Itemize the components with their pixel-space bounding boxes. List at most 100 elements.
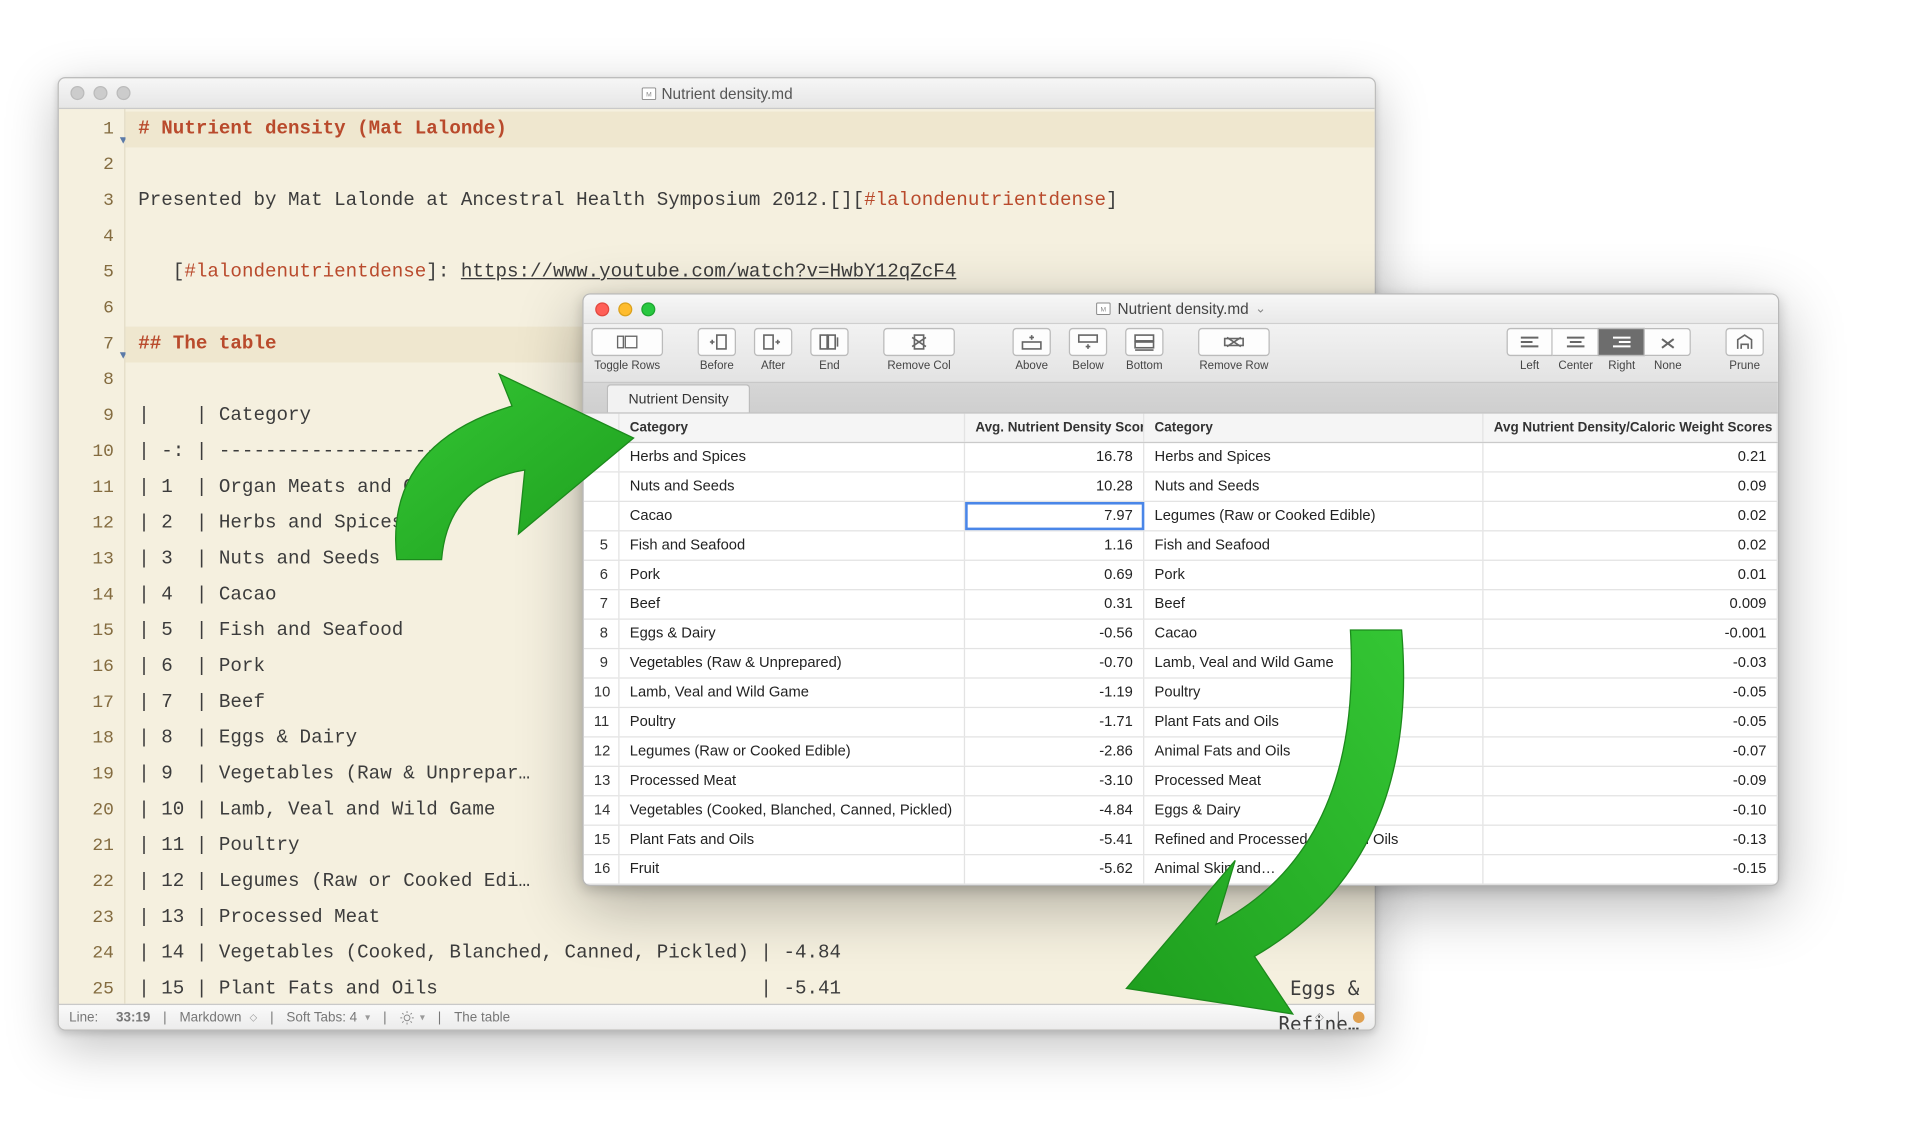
align-center-button[interactable]	[1553, 328, 1599, 356]
align-none-button[interactable]	[1645, 328, 1691, 356]
cell-caloric-score[interactable]: 0.21	[1484, 443, 1778, 471]
cell-density-score[interactable]: 0.31	[965, 590, 1144, 618]
line-number[interactable]: 4	[59, 219, 124, 255]
cell-density-score[interactable]: -2.86	[965, 738, 1144, 766]
line-number[interactable]: 1	[59, 112, 124, 148]
cell-category[interactable]: Fruit	[620, 855, 966, 883]
col-category[interactable]: Category	[620, 414, 966, 442]
cell-category-2[interactable]: Plant Fats and Oils	[1144, 708, 1483, 736]
line-number[interactable]: 10	[59, 434, 124, 470]
code-line[interactable]	[125, 219, 1374, 255]
insert-row-bottom-button[interactable]: Bottom	[1119, 328, 1170, 372]
insert-col-end-button[interactable]: End	[804, 328, 855, 372]
cell-caloric-score[interactable]: -0.09	[1484, 767, 1778, 795]
line-number[interactable]: 17	[59, 685, 124, 721]
code-line[interactable]: Presented by Mat Lalonde at Ancestral He…	[125, 183, 1374, 219]
cell-category-2[interactable]: Lamb, Veal and Wild Game	[1144, 649, 1483, 677]
line-number[interactable]: 25	[59, 972, 124, 1004]
line-number[interactable]: 11	[59, 470, 124, 506]
cell-caloric-score[interactable]: -0.07	[1484, 738, 1778, 766]
cell-caloric-score[interactable]: 0.02	[1484, 531, 1778, 559]
cell-category[interactable]: Beef	[620, 590, 966, 618]
table-row[interactable]: 13Processed Meat-3.10Processed Meat-0.09	[584, 767, 1778, 796]
code-line[interactable]	[125, 147, 1374, 183]
code-line[interactable]: | 14 | Vegetables (Cooked, Blanched, Can…	[125, 936, 1374, 972]
cell-category[interactable]: Plant Fats and Oils	[620, 826, 966, 854]
line-number[interactable]: 15	[59, 613, 124, 649]
line-number[interactable]: 12	[59, 506, 124, 542]
cell-caloric-score[interactable]: -0.13	[1484, 826, 1778, 854]
code-line[interactable]: | 15 | Plant Fats and Oils | -5.41	[125, 972, 1374, 1004]
cell-caloric-score[interactable]: 0.009	[1484, 590, 1778, 618]
table-row[interactable]: 16Fruit-5.62Animal Skin and…-0.15	[584, 855, 1778, 884]
col-category-2[interactable]: Category	[1144, 414, 1483, 442]
cell-category-2[interactable]: Beef	[1144, 590, 1483, 618]
cell-caloric-score[interactable]: -0.15	[1484, 855, 1778, 883]
cell-category[interactable]: Vegetables (Raw & Unprepared)	[620, 649, 966, 677]
tab-nutrient-density[interactable]: Nutrient Density	[607, 384, 751, 412]
cell-caloric-score[interactable]: 0.02	[1484, 502, 1778, 530]
cell-category-2[interactable]: Fish and Seafood	[1144, 531, 1483, 559]
line-number[interactable]: 22	[59, 864, 124, 900]
table-row[interactable]: 9Vegetables (Raw & Unprepared)-0.70Lamb,…	[584, 649, 1778, 678]
table-row[interactable]: 11Poultry-1.71Plant Fats and Oils-0.05	[584, 708, 1778, 737]
line-number[interactable]: 2	[59, 147, 124, 183]
insert-col-before-button[interactable]: Before	[691, 328, 742, 372]
cell-caloric-score[interactable]: 0.09	[1484, 473, 1778, 501]
cell-caloric-score[interactable]: -0.001	[1484, 620, 1778, 648]
cell-density-score[interactable]: -3.10	[965, 767, 1144, 795]
data-grid[interactable]: . Category Avg. Nutrient Density Scores …	[584, 414, 1778, 885]
gear-icon[interactable]: ▾	[399, 1010, 425, 1025]
cell-category-2[interactable]: Cacao	[1144, 620, 1483, 648]
cell-category-2[interactable]: Pork	[1144, 561, 1483, 589]
cell-caloric-score[interactable]: -0.05	[1484, 708, 1778, 736]
cell-category[interactable]: Processed Meat	[620, 767, 966, 795]
line-number[interactable]: 5	[59, 255, 124, 291]
cell-category[interactable]: Herbs and Spices	[620, 443, 966, 471]
line-number[interactable]: 18	[59, 721, 124, 757]
cell-density-score[interactable]: -1.19	[965, 679, 1144, 707]
cell-density-score[interactable]: -1.71	[965, 708, 1144, 736]
line-number[interactable]: 13	[59, 542, 124, 578]
insert-row-below-button[interactable]: Below	[1062, 328, 1113, 372]
line-number[interactable]: 8	[59, 362, 124, 398]
line-number[interactable]: 3	[59, 183, 124, 219]
status-language[interactable]: Markdown ◇	[179, 1010, 257, 1025]
cell-density-score[interactable]: 0.69	[965, 561, 1144, 589]
alignment-segment[interactable]: Left Center Right None	[1507, 328, 1691, 372]
insert-row-above-button[interactable]: Above	[1006, 328, 1057, 372]
line-number[interactable]: 9	[59, 398, 124, 434]
align-left-button[interactable]	[1507, 328, 1553, 356]
table-row[interactable]: 14Vegetables (Cooked, Blanched, Canned, …	[584, 796, 1778, 825]
cell-category[interactable]: Lamb, Veal and Wild Game	[620, 679, 966, 707]
line-gutter[interactable]: 1234567891011121314151617181920212223242…	[59, 109, 126, 1004]
cell-category-2[interactable]: Eggs & Dairy	[1144, 796, 1483, 824]
code-line[interactable]: # Nutrient density (Mat Lalonde)	[125, 112, 1374, 148]
insert-col-after-button[interactable]: After	[748, 328, 799, 372]
prune-button[interactable]: Prune	[1719, 328, 1770, 372]
cell-category-2[interactable]: Poultry	[1144, 679, 1483, 707]
cell-category[interactable]: Vegetables (Cooked, Blanched, Canned, Pi…	[620, 796, 966, 824]
cell-category-2[interactable]: Legumes (Raw or Cooked Edible)	[1144, 502, 1483, 530]
cell-category-2[interactable]: Animal Skin and…	[1144, 855, 1483, 883]
table-row[interactable]: 12Legumes (Raw or Cooked Edible)-2.86Ani…	[584, 738, 1778, 767]
cell-caloric-score[interactable]: -0.10	[1484, 796, 1778, 824]
line-number[interactable]: 6	[59, 291, 124, 327]
remove-col-button[interactable]: Remove Col	[883, 328, 955, 372]
table-row[interactable]: 15Plant Fats and Oils-5.41Refined and Pr…	[584, 826, 1778, 855]
cell-density-score[interactable]: 1.16	[965, 531, 1144, 559]
cell-caloric-score[interactable]: 0.01	[1484, 561, 1778, 589]
cell-density-score[interactable]: 16.78	[965, 443, 1144, 471]
table-row[interactable]: 10Lamb, Veal and Wild Game-1.19Poultry-0…	[584, 679, 1778, 708]
col-caloric-score[interactable]: Avg Nutrient Density/Caloric Weight Scor…	[1484, 414, 1778, 442]
code-line[interactable]: [#lalondenutrientdense]: https://www.you…	[125, 255, 1374, 291]
cell-density-score[interactable]: 7.97	[965, 502, 1144, 530]
table-row[interactable]: 2Herbs and Spices16.78Herbs and Spices0.…	[584, 443, 1778, 472]
table-row[interactable]: 7Beef0.31Beef0.009	[584, 590, 1778, 619]
cell-category[interactable]: Fish and Seafood	[620, 531, 966, 559]
cell-category-2[interactable]: Nuts and Seeds	[1144, 473, 1483, 501]
cell-density-score[interactable]: -5.41	[965, 826, 1144, 854]
line-number[interactable]: 21	[59, 828, 124, 864]
align-right-button[interactable]	[1599, 328, 1645, 356]
cell-category-2[interactable]: Herbs and Spices	[1144, 443, 1483, 471]
